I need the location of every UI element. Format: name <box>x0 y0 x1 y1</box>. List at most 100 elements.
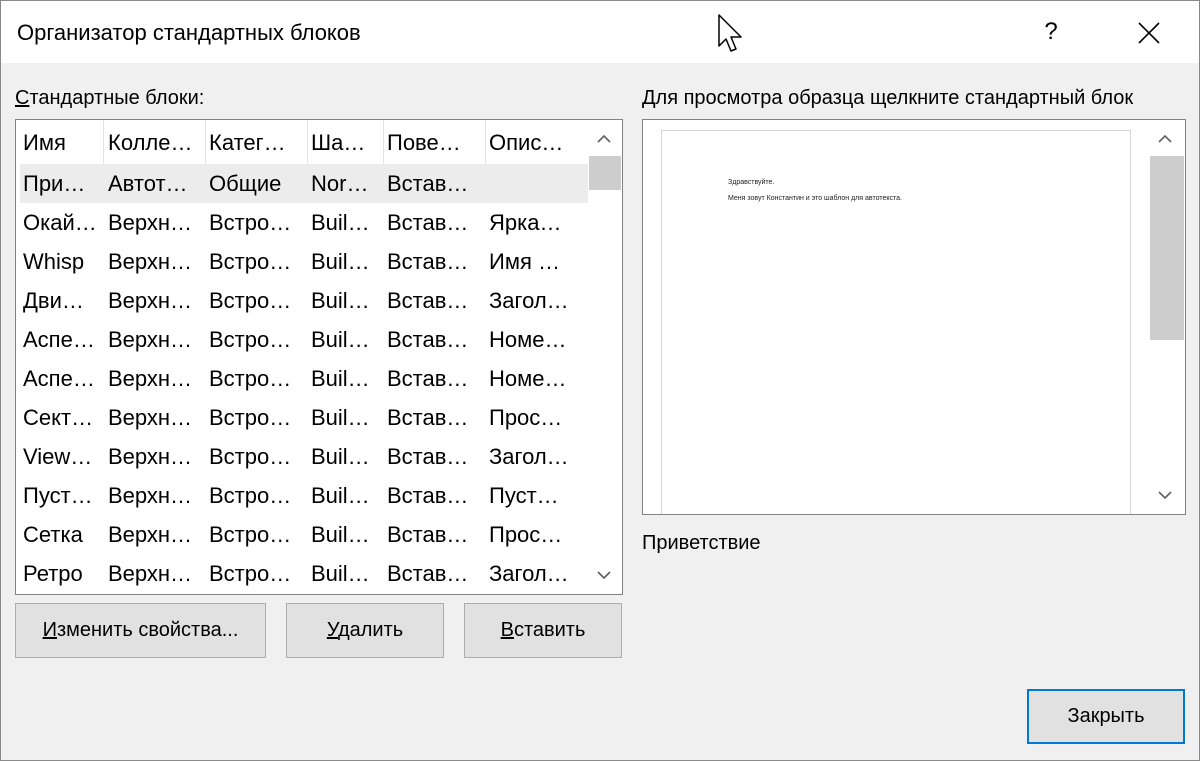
list-content: Имя Колле… Катег… Ша… Пове… Опис… При… Ав… <box>20 120 590 593</box>
cell-description: Прос… <box>489 405 563 430</box>
insert-button[interactable]: Вставить <box>464 603 622 658</box>
cell-gallery: Верхн… <box>108 249 193 274</box>
list-row[interactable]: Аспе… Верхн… Встро… Buil… Встав… Номе… <box>20 359 590 398</box>
cell-gallery: Верхн… <box>108 483 193 508</box>
preview-line-greeting: Здравствуйте. <box>728 179 775 186</box>
column-header-description[interactable]: Опис… <box>486 120 590 164</box>
cell-template: Buil… <box>311 522 370 547</box>
preview-pane[interactable]: Здравствуйте. Меня зовут Константин и эт… <box>642 119 1186 515</box>
list-row[interactable]: Дви… Верхн… Встро… Buil… Встав… Загол… <box>20 281 590 320</box>
list-header: Имя Колле… Катег… Ша… Пове… Опис… <box>20 120 590 164</box>
window-title: Организатор стандартных блоков <box>17 20 361 45</box>
cell-category: Встро… <box>209 483 292 508</box>
cell-template: Nor… <box>311 171 369 196</box>
scrollbar-thumb[interactable] <box>589 156 621 190</box>
close-icon <box>1138 22 1160 44</box>
cell-category: Встро… <box>209 249 292 274</box>
building-blocks-list[interactable]: Имя Колле… Катег… Ша… Пове… Опис… При… Ав… <box>15 119 623 595</box>
list-scrollbar[interactable] <box>588 120 622 594</box>
preview-line-body: Меня зовут Константин и это шаблон для а… <box>728 195 902 202</box>
cell-name: Окай… <box>23 210 97 235</box>
cell-category: Встро… <box>209 366 292 391</box>
cell-name: Дви… <box>23 288 84 313</box>
cell-template: Buil… <box>311 288 370 313</box>
cell-template: Buil… <box>311 366 370 391</box>
list-row[interactable]: Whisp Верхн… Встро… Buil… Встав… Имя … <box>20 242 590 281</box>
cell-template: Buil… <box>311 210 370 235</box>
cell-template: Buil… <box>311 405 370 430</box>
cell-name: При… <box>23 171 86 196</box>
delete-button[interactable]: Удалить <box>286 603 444 658</box>
cell-description: Имя … <box>489 249 560 274</box>
cell-behavior: Встав… <box>387 366 469 391</box>
cell-template: Buil… <box>311 561 370 586</box>
cell-gallery: Верхн… <box>108 444 193 469</box>
list-rows: При… Автот… Общие Nor… Встав… Окай… Верхн… Встр… <box>20 164 590 593</box>
list-row[interactable]: Окай… Верхн… Встро… Buil… Встав… Ярка… <box>20 203 590 242</box>
help-icon: ? <box>1044 18 1058 45</box>
cell-name: Пуст… <box>23 483 93 508</box>
list-row[interactable]: Ретро Верхн… Встро… Buil… Встав… Загол… <box>20 554 590 593</box>
cell-description: Загол… <box>489 444 569 469</box>
cell-behavior: Встав… <box>387 444 469 469</box>
cell-gallery: Верхн… <box>108 327 193 352</box>
cell-template: Buil… <box>311 327 370 352</box>
edit-properties-button[interactable]: Изменить свойства... <box>15 603 266 658</box>
chevron-down-icon[interactable] <box>597 570 611 580</box>
cell-name: Аспе… <box>23 366 95 391</box>
selected-block-name: Приветствие <box>642 532 761 554</box>
cell-gallery: Верхн… <box>108 405 193 430</box>
column-header-template[interactable]: Ша… <box>308 120 384 164</box>
cell-gallery: Верхн… <box>108 561 193 586</box>
cell-category: Общие <box>209 171 282 196</box>
cell-behavior: Встав… <box>387 522 469 547</box>
close-window-button[interactable] <box>1121 7 1177 57</box>
cell-behavior: Встав… <box>387 210 469 235</box>
column-header-name[interactable]: Имя <box>20 120 104 164</box>
cell-name: View… <box>23 444 93 469</box>
cell-description: Ярка… <box>489 210 562 235</box>
cell-description: Пуст… <box>489 483 559 508</box>
help-button[interactable]: ? <box>1021 7 1081 57</box>
preview-scrollbar[interactable] <box>1149 120 1185 514</box>
cell-description: Номе… <box>489 366 567 391</box>
chevron-up-icon[interactable] <box>597 134 611 144</box>
cell-gallery: Верхн… <box>108 522 193 547</box>
cell-description <box>486 164 590 203</box>
cell-gallery: Верхн… <box>108 210 193 235</box>
scrollbar-thumb[interactable] <box>1150 156 1184 340</box>
title-bar: Организатор стандартных блоков ? <box>1 1 1199 63</box>
list-row[interactable]: Сетка Верхн… Встро… Buil… Встав… Прос… <box>20 515 590 554</box>
cell-category: Встро… <box>209 210 292 235</box>
cell-behavior: Встав… <box>387 561 469 586</box>
cell-description: Номе… <box>489 327 567 352</box>
cell-category: Встро… <box>209 288 292 313</box>
cell-gallery: Верхн… <box>108 288 193 313</box>
list-row[interactable]: View… Верхн… Встро… Buil… Встав… Загол… <box>20 437 590 476</box>
close-button[interactable]: Закрыть <box>1027 689 1185 744</box>
column-header-behavior[interactable]: Пове… <box>384 120 486 164</box>
chevron-up-icon[interactable] <box>1158 134 1172 144</box>
cell-name: Сект… <box>23 405 94 430</box>
cell-name: Сетка <box>23 522 83 547</box>
column-header-category[interactable]: Катег… <box>206 120 308 164</box>
cell-category: Встро… <box>209 561 292 586</box>
cell-template: Buil… <box>311 444 370 469</box>
list-row[interactable]: Пуст… Верхн… Встро… Buil… Встав… Пуст… <box>20 476 590 515</box>
cell-description: Загол… <box>489 288 569 313</box>
building-blocks-organizer-dialog: Организатор стандартных блоков ? Стандар… <box>0 0 1200 761</box>
cell-behavior: Встав… <box>387 288 469 313</box>
list-row[interactable]: Сект… Верхн… Встро… Buil… Встав… Прос… <box>20 398 590 437</box>
cell-behavior: Встав… <box>387 405 469 430</box>
preview-label: Для просмотра образца щелкните стандартн… <box>642 87 1134 109</box>
list-row[interactable]: При… Автот… Общие Nor… Встав… <box>20 164 590 203</box>
column-header-gallery[interactable]: Колле… <box>105 120 206 164</box>
cell-description: Загол… <box>489 561 569 586</box>
cell-template: Buil… <box>311 483 370 508</box>
access-key: С <box>15 87 30 109</box>
cell-category: Встро… <box>209 405 292 430</box>
preview-page: Здравствуйте. Меня зовут Константин и эт… <box>661 130 1131 514</box>
cell-behavior: Встав… <box>387 171 469 196</box>
chevron-down-icon[interactable] <box>1158 490 1172 500</box>
list-row[interactable]: Аспе… Верхн… Встро… Buil… Встав… Номе… <box>20 320 590 359</box>
